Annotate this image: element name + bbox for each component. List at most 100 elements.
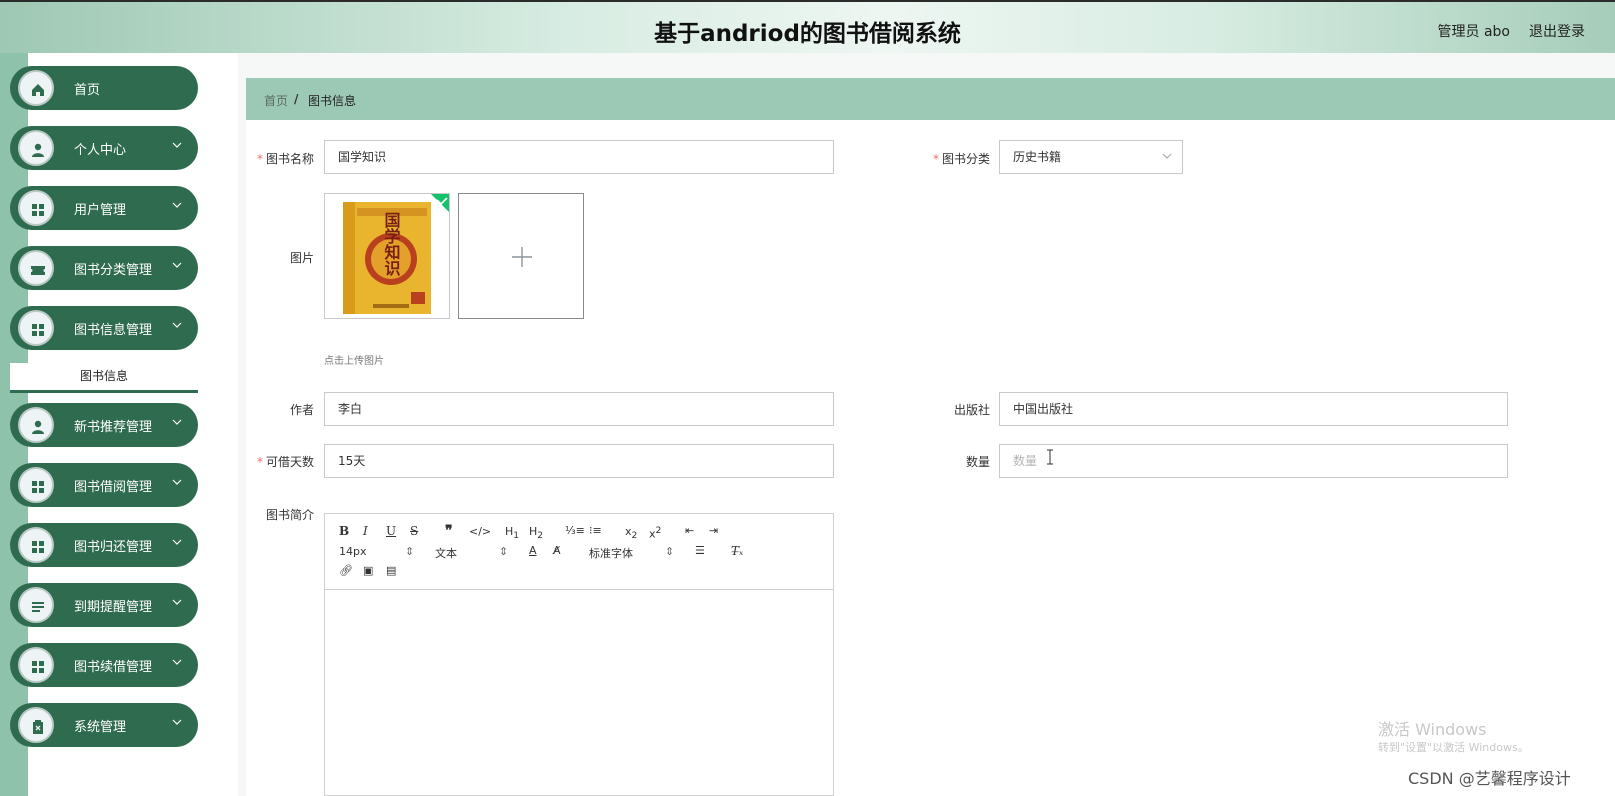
italic-icon[interactable]: I <box>363 524 368 538</box>
font-color-icon[interactable]: A <box>529 544 537 557</box>
book-cover-title: 国学知识 <box>382 212 401 277</box>
user-icon <box>32 420 44 434</box>
grid-icon <box>32 481 44 493</box>
font-family-select[interactable]: 标准字体 <box>589 545 633 561</box>
uploaded-image-thumb[interactable]: 国学知识 <box>324 193 450 319</box>
sidebar-item-label: 图书借阅管理 <box>74 480 153 495</box>
sidebar-item-label: 到期提醒管理 <box>74 600 153 615</box>
upload-hint: 点击上传图片 <box>324 356 384 367</box>
sidebar-item-label: 图书信息管理 <box>74 323 153 338</box>
home-icon <box>32 84 44 96</box>
sidebar-item-label: 首页 <box>74 83 101 98</box>
quantity-label: 数量 <box>965 455 990 469</box>
chevron-down-icon <box>172 539 182 545</box>
bg-color-icon[interactable]: A̸ <box>553 544 561 557</box>
underline-icon[interactable]: U <box>386 524 396 538</box>
quantity-input[interactable]: 数量 <box>999 444 1508 478</box>
submenu-item-book-info[interactable]: 图书信息 <box>10 363 198 393</box>
sidebar-item-renew-mgmt[interactable]: 图书续借管理 <box>10 643 198 687</box>
chevron-down-icon <box>172 659 182 665</box>
sidebar-item-label: 系统管理 <box>74 720 127 735</box>
superscript-icon[interactable]: x2 <box>649 525 661 541</box>
font-family-arrow-icon: ⇕ <box>665 545 675 558</box>
sidebar-item-due-reminder-mgmt[interactable]: 到期提醒管理 <box>10 583 198 627</box>
user-icon <box>32 143 44 157</box>
borrow-days-label: * 可借天数 <box>256 455 314 469</box>
strike-icon[interactable]: S <box>410 524 418 538</box>
sidebar-item-home[interactable]: 首页 <box>10 66 198 110</box>
grid-icon <box>32 541 44 553</box>
top-header: 基于andriod的图书借阅系统 管理员 abo 退出登录 <box>0 0 1615 53</box>
ordered-list-icon[interactable]: ⅓≡ <box>565 524 585 537</box>
grid-icon <box>32 204 44 216</box>
image-label: 图片 <box>289 251 314 265</box>
menu-icon-circle <box>18 407 54 443</box>
menu-icon-circle <box>18 707 54 743</box>
menu-icon-circle <box>18 467 54 503</box>
csdn-watermark: CSDN @艺馨程序设计 <box>1408 769 1571 788</box>
sidebar-item-label: 用户管理 <box>74 203 127 218</box>
outdent-icon[interactable]: ⇤ <box>685 524 694 537</box>
sidebar-item-label: 个人中心 <box>74 143 127 158</box>
plus-icon <box>512 247 532 267</box>
text-cursor-icon <box>1047 449 1053 465</box>
sidebar-item-new-book-mgmt[interactable]: 新书推荐管理 <box>10 403 198 447</box>
category-selected-value: 历史书籍 <box>1013 150 1062 164</box>
font-size-select[interactable]: 14px <box>339 545 367 558</box>
chevron-down-icon <box>172 599 182 605</box>
chevron-down-icon <box>172 419 182 425</box>
menu-icon-circle <box>18 250 54 286</box>
font-size-arrow-icon: ⇕ <box>405 545 415 558</box>
sidebar-item-book-info-mgmt[interactable]: 图书信息管理 <box>10 306 198 350</box>
link-icon[interactable]: 🔗︎ <box>339 564 353 577</box>
clear-format-icon[interactable]: T̶ₓ <box>731 544 743 558</box>
align-icon[interactable]: ☰ <box>695 544 705 557</box>
sidebar-item-user-mgmt[interactable]: 用户管理 <box>10 186 198 230</box>
admin-username: 管理员 abo <box>1437 24 1510 40</box>
menu-icon-circle <box>18 527 54 563</box>
bold-icon[interactable]: B <box>339 524 349 538</box>
logout-link[interactable]: 退出登录 <box>1529 21 1585 41</box>
upload-add-button[interactable] <box>458 193 584 319</box>
category-select[interactable]: 历史书籍 <box>999 140 1183 174</box>
code-icon[interactable]: </> <box>469 525 491 538</box>
publisher-label: 出版社 <box>953 403 990 417</box>
sidebar-item-system-mgmt[interactable]: 系统管理 <box>10 703 198 747</box>
author-input[interactable]: 李白 <box>324 392 834 426</box>
sidebar-item-label: 图书续借管理 <box>74 660 153 675</box>
subscript-icon[interactable]: x2 <box>625 525 637 541</box>
quote-icon[interactable]: ❞ <box>445 523 453 539</box>
video-icon[interactable]: ▤ <box>386 564 396 577</box>
breadcrumb-home[interactable]: 首页 <box>264 92 288 109</box>
indent-icon[interactable]: ⇥ <box>709 524 718 537</box>
intro-label: 图书简介 <box>265 508 314 522</box>
sidebar-item-return-mgmt[interactable]: 图书归还管理 <box>10 523 198 567</box>
chevron-down-icon <box>172 142 182 148</box>
chevron-down-icon <box>172 719 182 725</box>
breadcrumb-current: 图书信息 <box>308 94 357 108</box>
publisher-input[interactable]: 中国出版社 <box>999 392 1508 426</box>
sidebar-item-category-mgmt[interactable]: 图书分类管理 <box>10 246 198 290</box>
chevron-down-icon <box>172 322 182 328</box>
list-icon <box>32 602 44 612</box>
menu-icon-circle <box>18 70 54 106</box>
app-title: 基于andriod的图书借阅系统 <box>654 21 961 47</box>
category-label: * 图书分类 <box>932 152 990 166</box>
sidebar-item-label: 图书归还管理 <box>74 540 153 555</box>
text-type-select[interactable]: 文本 <box>435 545 457 561</box>
sidebar-item-borrow-mgmt[interactable]: 图书借阅管理 <box>10 463 198 507</box>
image-icon[interactable]: ▣ <box>363 564 373 577</box>
bullet-list-icon[interactable]: ⁝≡ <box>589 524 602 537</box>
clipboard-icon <box>33 720 43 734</box>
sidebar-item-personal-center[interactable]: 个人中心 <box>10 126 198 170</box>
menu-icon-circle <box>18 587 54 623</box>
h1-icon[interactable]: H1 <box>505 525 519 541</box>
menu-icon-circle <box>18 190 54 226</box>
sidebar-item-label: 新书推荐管理 <box>74 420 153 435</box>
book-name-input[interactable]: 国学知识 <box>324 140 834 174</box>
breadcrumb: 首页 / 图书信息 <box>246 78 1615 120</box>
h2-icon[interactable]: H2 <box>529 525 543 541</box>
menu-icon-circle <box>18 310 54 346</box>
chevron-down-icon <box>172 262 182 268</box>
borrow-days-input[interactable]: 15天 <box>324 444 834 478</box>
